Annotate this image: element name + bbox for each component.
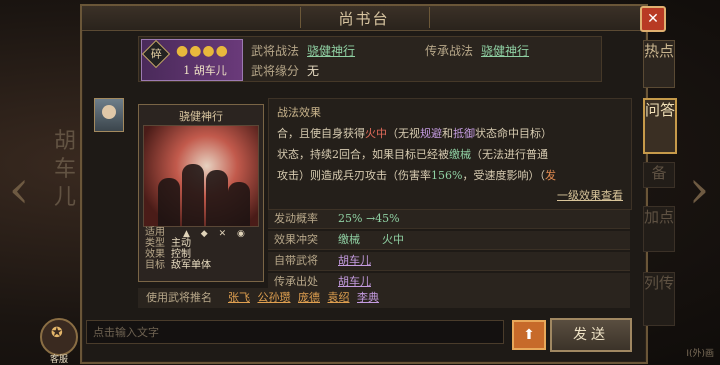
nav-right-arrow[interactable]: › bbox=[684, 150, 714, 230]
stat-row: 自带武将 胡车儿 bbox=[268, 252, 630, 271]
arrow-up-icon: ⬆ bbox=[523, 327, 535, 343]
inherit-method-link[interactable]: 骁健神行 bbox=[481, 44, 529, 58]
corner-label: I(外)画 bbox=[686, 349, 714, 359]
hero-avatar[interactable] bbox=[94, 98, 124, 132]
skill-name: 骁健神行 bbox=[179, 110, 223, 123]
shangshutai-dialog: 尚书台 ✕ 碎 ●●●● 1 胡车儿 武将战法 骁健神行 传承战法 骁健神行 武将缘… bbox=[80, 4, 677, 364]
effect-more-link[interactable]: 一级效果查看 bbox=[557, 187, 623, 203]
user-link[interactable]: 公孙瓒 bbox=[258, 291, 291, 304]
window-title: 尚书台 bbox=[338, 10, 390, 28]
title-bar: 尚书台 bbox=[82, 6, 646, 31]
close-button[interactable]: ✕ bbox=[640, 6, 666, 32]
close-icon: ✕ bbox=[647, 11, 659, 27]
users-label: 使用武将推名 bbox=[146, 291, 212, 304]
art-figure bbox=[158, 178, 180, 226]
inherit-method-row: 传承战法 骁健神行 bbox=[425, 42, 529, 59]
fate-row: 武将缘分无 bbox=[251, 62, 319, 79]
service-icon: ✪ bbox=[51, 325, 63, 341]
send-button[interactable]: 发送 bbox=[550, 318, 632, 352]
users-list: 张飞 公孙瓒 庞德 袁绍 李典 bbox=[228, 288, 383, 308]
effect-header: 战法效果 bbox=[277, 106, 321, 119]
war-method-row: 武将战法 骁健神行 bbox=[251, 42, 355, 59]
background-hero-name: 胡车儿 bbox=[53, 129, 76, 210]
general-summary-card: 碎 ●●●● 1 胡车儿 武将战法 骁健神行 传承战法 骁健神行 武将缘分无 bbox=[138, 36, 602, 82]
skill-stats: 发动概率 25% →45% 效果冲突 缴械 火中 自带武将 胡车儿 传承出处 胡车儿 bbox=[268, 210, 630, 294]
nav-left-arrow[interactable]: ‹ bbox=[4, 150, 34, 230]
general-name: 1 胡车儿 bbox=[183, 64, 227, 77]
art-figure bbox=[206, 170, 228, 226]
skill-effect-panel: 战法效果 合，且使自身获得火中（无视规避和抵御状态命中目标） 状态，持续2回合，… bbox=[268, 98, 632, 210]
war-method-link[interactable]: 骁健神行 bbox=[307, 44, 355, 58]
effect-description: 合，且使自身获得火中（无视规避和抵御状态命中目标） 状态，持续2回合，如果目标已… bbox=[277, 127, 556, 182]
user-link[interactable]: 张飞 bbox=[228, 291, 250, 304]
scroll-up-button[interactable]: ⬆ bbox=[512, 320, 546, 350]
user-link[interactable]: 庞德 bbox=[298, 291, 320, 304]
art-figure bbox=[228, 182, 250, 226]
tab-add-points[interactable]: 加点 bbox=[643, 206, 675, 252]
star-rating: ●●●● bbox=[176, 43, 229, 59]
self-general-link[interactable]: 胡车儿 bbox=[338, 252, 371, 270]
recommended-users-row: 使用武将推名 张飞 公孙瓒 庞德 袁绍 李典 bbox=[138, 288, 630, 308]
fate-label: 武将缘分 bbox=[251, 64, 300, 78]
war-method-label: 武将战法 bbox=[251, 44, 300, 58]
service-label: 客服 bbox=[49, 355, 68, 365]
stat-row: 发动概率 25% →45% bbox=[268, 210, 630, 229]
skill-artwork bbox=[143, 125, 259, 227]
customer-service-button[interactable]: ✪ 客服 bbox=[40, 318, 78, 365]
user-link[interactable]: 袁绍 bbox=[328, 291, 350, 304]
art-figure bbox=[182, 164, 204, 226]
rank-emblem-icon: 碎 bbox=[141, 39, 171, 69]
tab-biography[interactable]: 列传 bbox=[643, 272, 675, 326]
stat-row: 效果冲突 缴械 火中 bbox=[268, 231, 630, 250]
general-badge[interactable]: 碎 ●●●● 1 胡车儿 bbox=[141, 39, 243, 81]
skill-meta: 适用 类型 主动 效果 控制 目标 敌军单体 bbox=[145, 227, 211, 271]
tab-qa[interactable]: 问答 bbox=[643, 98, 677, 154]
inherit-method-label: 传承战法 bbox=[425, 44, 474, 58]
message-input[interactable] bbox=[86, 320, 504, 344]
user-link[interactable]: 李典 bbox=[357, 291, 379, 304]
fate-value: 无 bbox=[307, 64, 320, 78]
skill-card: 骁健神行 ▲ ◆ ✕ ◉ 适用 类型 主动 效果 控制 目标 敌军单体 bbox=[138, 104, 264, 282]
tab-hotspot[interactable]: 热点 bbox=[643, 40, 675, 88]
tab-prepare[interactable]: 备 bbox=[643, 162, 675, 188]
